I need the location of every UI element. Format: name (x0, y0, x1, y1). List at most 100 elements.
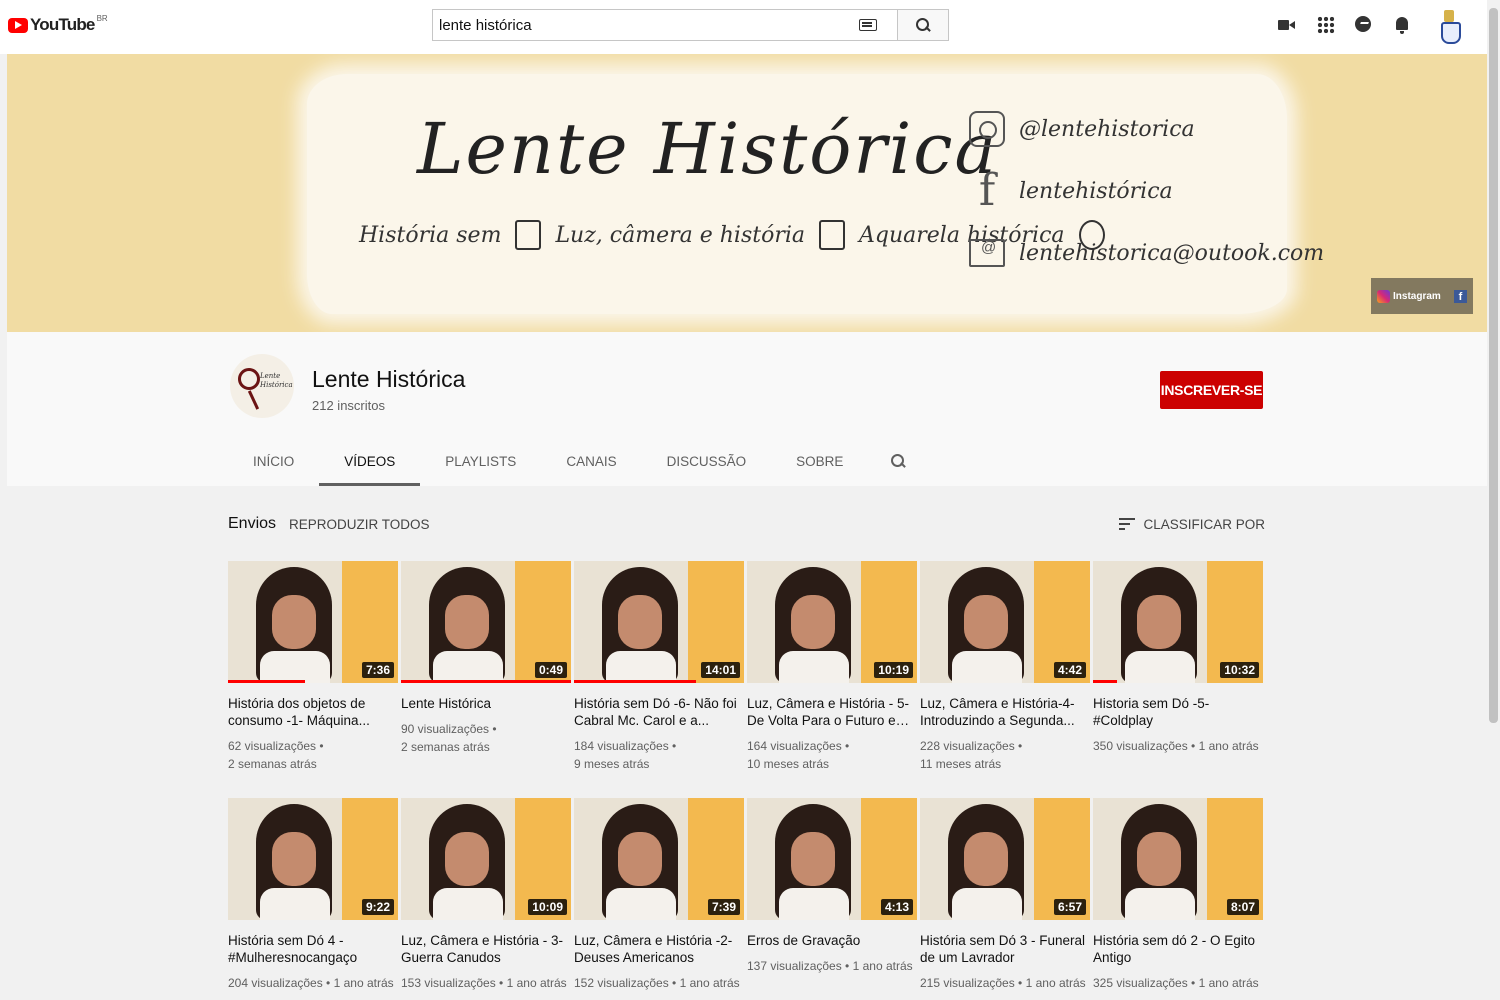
video-duration: 8:07 (1226, 899, 1259, 915)
play-all-button[interactable]: REPRODUZIR TODOS (289, 517, 430, 532)
video-meta: 62 visualizações • 2 semanas atrás (228, 737, 398, 773)
video-thumbnail[interactable]: 10:19 (747, 561, 917, 683)
video-views: 325 visualizações • 1 ano atrás (1093, 976, 1259, 990)
video-card[interactable]: 6:57 História sem Dó 3 - Funeral de um L… (920, 798, 1090, 992)
video-title[interactable]: Luz, Câmera e História-4- Introduzindo a… (920, 695, 1090, 729)
video-title[interactable]: História sem dó 2 - O Egito Antigo (1093, 932, 1263, 966)
video-title[interactable]: História sem Dó -6- Não foi Cabral Mc. C… (574, 695, 744, 729)
video-thumbnail[interactable]: 9:22 (228, 798, 398, 920)
thumbnail-shirt (260, 651, 330, 683)
video-title[interactable]: Lente Histórica (401, 695, 571, 712)
instagram-link[interactable]: Instagram (1393, 291, 1454, 302)
video-card[interactable]: 4:13 Erros de Gravação 137 visualizações… (747, 798, 917, 992)
thumbnail-shirt (952, 651, 1022, 683)
video-thumbnail[interactable]: 4:42 (920, 561, 1090, 683)
tab-videos[interactable]: VÍDEOS (319, 436, 421, 486)
video-meta: 228 visualizações • 11 meses atrás (920, 737, 1090, 773)
apps-icon[interactable] (1317, 16, 1335, 34)
video-title[interactable]: Historia sem Dó -5- #Coldplay (1093, 695, 1263, 729)
video-views: 153 visualizações • 1 ano atrás (401, 976, 567, 990)
scrollbar-thumb[interactable] (1489, 8, 1498, 723)
video-thumbnail[interactable]: 14:01 (574, 561, 744, 683)
watch-progress-bar (228, 680, 305, 683)
video-meta: 215 visualizações • 1 ano atrás (920, 974, 1090, 992)
facebook-link-icon[interactable]: f (1454, 289, 1467, 303)
thumbnail-shirt (1125, 651, 1195, 683)
search-icon (916, 18, 930, 32)
video-card[interactable]: 0:49 Lente Histórica 90 visualizações • … (401, 561, 571, 773)
video-thumbnail[interactable]: 10:09 (401, 798, 571, 920)
channel-banner: Lente Histórica História sem Luz, câmera… (7, 54, 1487, 332)
channel-search-button[interactable] (868, 436, 928, 486)
video-duration: 7:39 (707, 899, 740, 915)
camera-icon[interactable] (1278, 16, 1296, 34)
channel-avatar[interactable]: Lente Histórica (230, 354, 294, 418)
tab-playlists[interactable]: PLAYLISTS (420, 436, 541, 486)
bell-icon[interactable] (1394, 16, 1412, 34)
video-title[interactable]: Luz, Câmera e História - 5- De Volta Par… (747, 695, 917, 729)
mail-icon (969, 239, 1005, 267)
watch-progress-bar (401, 680, 571, 683)
avatar-text: Lente Histórica (260, 372, 293, 389)
video-thumbnail[interactable]: 4:13 (747, 798, 917, 920)
messages-icon[interactable] (1355, 16, 1373, 34)
thumbnail-shirt (606, 651, 676, 683)
banner-social: @lentehistorica f lentehistórica lentehi… (969, 98, 1324, 284)
youtube-logo[interactable]: YouTube BR (8, 13, 108, 37)
thumbnail-face (791, 832, 835, 886)
video-card[interactable]: 14:01 História sem Dó -6- Não foi Cabral… (574, 561, 744, 773)
video-card[interactable]: 9:22 História sem Dó 4 - #Mulheresnocang… (228, 798, 398, 992)
video-thumbnail[interactable]: 10:32 (1093, 561, 1263, 683)
video-title[interactable]: História dos objetos de consumo -1- Máqu… (228, 695, 398, 729)
thumbnail-face (272, 832, 316, 886)
video-duration: 4:13 (880, 899, 913, 915)
instagram-link-icon[interactable] (1377, 289, 1390, 303)
video-title[interactable]: Luz, Câmera e História -2- Deuses Americ… (574, 932, 744, 966)
tab-canais[interactable]: CANAIS (541, 436, 641, 486)
thumbnail-face (272, 595, 316, 649)
video-card[interactable]: 7:36 História dos objetos de consumo -1-… (228, 561, 398, 773)
channel-header: Lente Histórica Lente Histórica 212 insc… (7, 332, 1487, 486)
video-thumbnail[interactable]: 7:39 (574, 798, 744, 920)
video-duration: 4:42 (1053, 662, 1086, 678)
tab-discussao[interactable]: DISCUSSÃO (642, 436, 772, 486)
video-card[interactable]: 7:39 Luz, Câmera e História -2- Deuses A… (574, 798, 744, 992)
video-card[interactable]: 8:07 História sem dó 2 - O Egito Antigo … (1093, 798, 1263, 992)
video-title[interactable]: Erros de Gravação (747, 932, 917, 949)
tab-sobre[interactable]: SOBRE (771, 436, 868, 486)
scrollbar[interactable] (1487, 0, 1500, 1000)
keyboard-icon[interactable] (859, 19, 877, 31)
thumbnail-shirt (433, 888, 503, 920)
video-thumbnail[interactable]: 7:36 (228, 561, 398, 683)
account-avatar[interactable] (1438, 8, 1461, 44)
banner-facebook: lentehistórica (1019, 178, 1173, 204)
video-views: 164 visualizações • (747, 739, 850, 753)
video-thumbnail[interactable]: 8:07 (1093, 798, 1263, 920)
magnifier-handle (247, 390, 260, 410)
video-meta: 90 visualizações • 2 semanas atrás (401, 720, 571, 756)
video-title[interactable]: História sem Dó 3 - Funeral de um Lavrad… (920, 932, 1090, 966)
thumbnail-shirt (260, 888, 330, 920)
tab-inicio[interactable]: INÍCIO (228, 436, 319, 486)
video-views: 350 visualizações • 1 ano atrás (1093, 739, 1259, 753)
thumbnail-shirt (433, 651, 503, 683)
thumbnail-face (445, 595, 489, 649)
shelf-title: Envios (228, 515, 277, 532)
video-thumbnail[interactable]: 6:57 (920, 798, 1090, 920)
video-views: 90 visualizações • (401, 722, 497, 736)
search-button[interactable] (897, 9, 949, 41)
video-card[interactable]: 10:32 Historia sem Dó -5- #Coldplay 350 … (1093, 561, 1263, 773)
subscribe-button[interactable]: INSCREVER-SE (1160, 371, 1263, 409)
youtube-play-icon (8, 17, 28, 33)
video-title[interactable]: Luz, Câmera e História - 3- Guerra Canud… (401, 932, 571, 966)
search-input[interactable] (439, 16, 859, 34)
video-meta: 137 visualizações • 1 ano atrás (747, 957, 917, 975)
video-card[interactable]: 4:42 Luz, Câmera e História-4- Introduzi… (920, 561, 1090, 773)
thumbnail-face (618, 832, 662, 886)
video-title[interactable]: História sem Dó 4 - #Mulheresnocangaço (228, 932, 398, 966)
video-thumbnail[interactable]: 0:49 (401, 561, 571, 683)
banner-title: Lente Histórica (417, 108, 999, 190)
sort-by-button[interactable]: CLASSIFICAR POR (1119, 517, 1268, 532)
video-card[interactable]: 10:09 Luz, Câmera e História - 3- Guerra… (401, 798, 571, 992)
video-card[interactable]: 10:19 Luz, Câmera e História - 5- De Vol… (747, 561, 917, 773)
